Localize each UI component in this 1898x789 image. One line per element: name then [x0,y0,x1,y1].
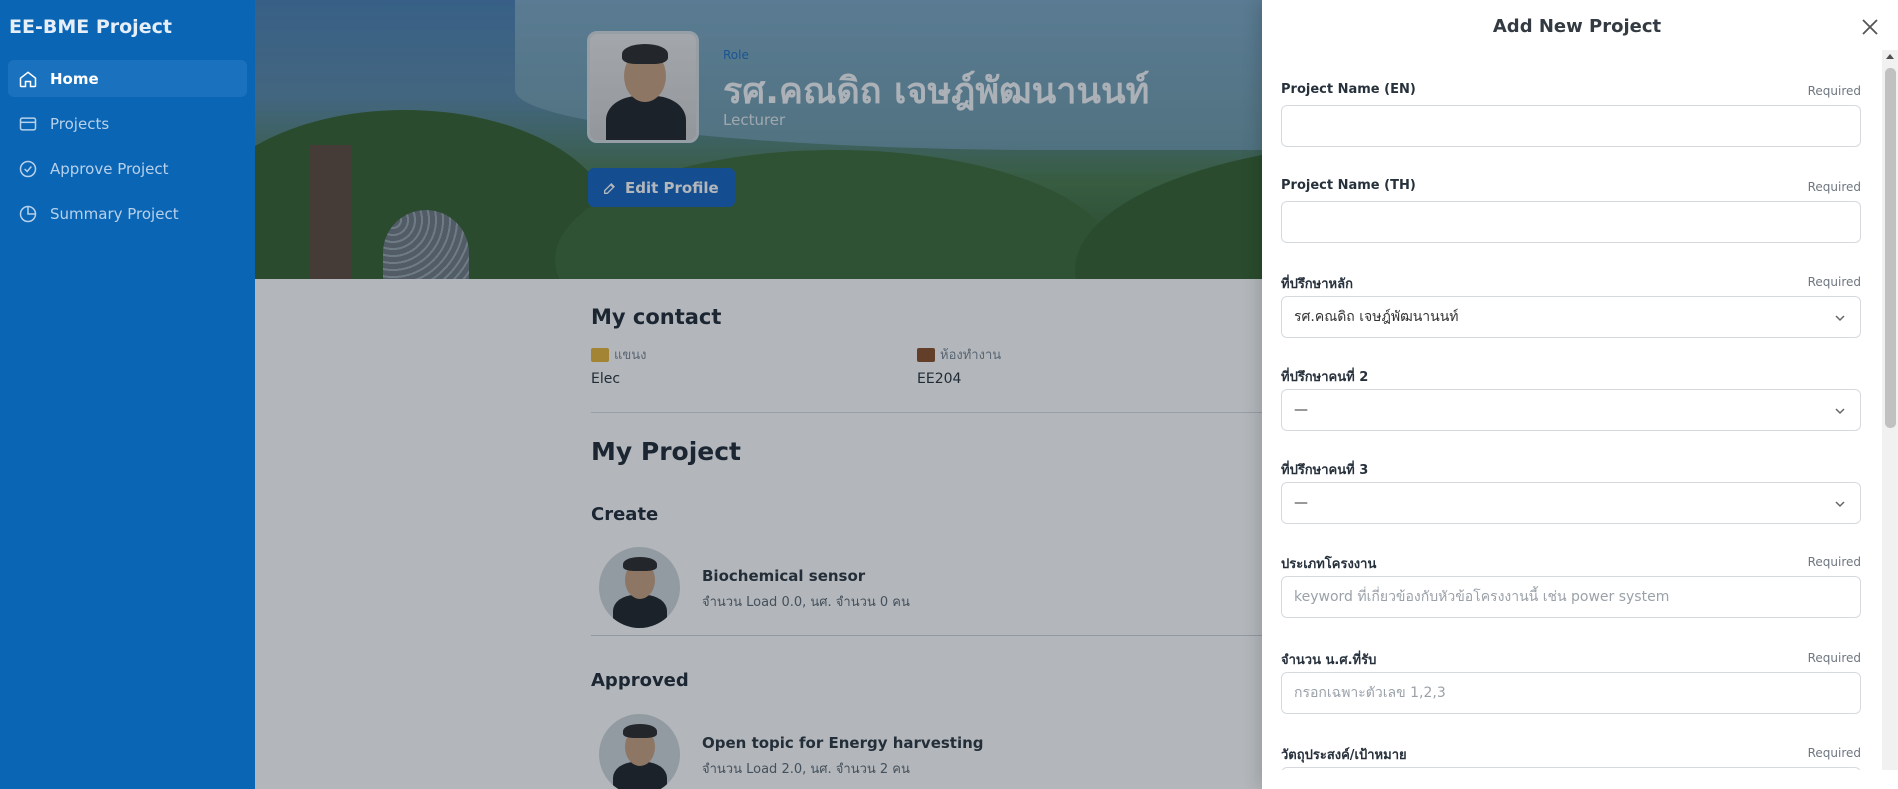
project-name-th-input[interactable] [1281,201,1861,243]
sidebar-item-approve-project[interactable]: Approve Project [8,150,247,187]
required-label: Required [1807,84,1861,98]
sidebar-nav: Home Projects Approve Project Summary Pr… [0,60,255,232]
required-label: Required [1807,555,1861,569]
chevron-down-icon [1835,315,1845,322]
select-value: รศ.คณดิถ เจษฎ์พัฒนานนท์ [1294,309,1459,325]
home-icon [19,70,37,87]
field-label: จำนวน น.ศ.ที่รับ [1281,653,1377,668]
select-value: — [1294,402,1308,418]
field-label: วัตถุประสงค์/เป้าหมาย [1281,748,1407,763]
check-circle-icon [19,160,37,177]
advisor-3-select[interactable]: — [1281,482,1861,524]
brand-title: EE-BME Project [9,16,172,38]
scroll-thumb[interactable] [1885,68,1896,428]
sidebar: EE-BME Project Home Projects Approve Pro… [0,0,255,789]
sidebar-item-projects[interactable]: Projects [8,105,247,142]
advisor-2-select[interactable]: — [1281,389,1861,431]
required-label: Required [1807,180,1861,194]
drawer-form: Project Name (EN) Required Project Name … [1262,50,1882,770]
select-value: — [1294,495,1308,511]
drawer-scrollbar[interactable] [1882,50,1898,770]
sidebar-item-label: Summary Project [50,204,179,223]
sidebar-item-home[interactable]: Home [8,60,247,97]
chevron-down-icon [1835,501,1845,508]
field-label: ที่ปรึกษาหลัก [1281,277,1353,292]
chevron-down-icon [1835,408,1845,415]
sidebar-item-summary-project[interactable]: Summary Project [8,195,247,232]
project-type-input[interactable]: keyword ที่เกี่ยวข้องกับหัวข้อโครงงานนี้… [1281,576,1861,618]
card-icon [19,116,37,131]
field-label: ประเภทโครงงาน [1281,557,1377,572]
field-label: ที่ปรึกษาคนที่ 2 [1281,370,1369,385]
student-count-input[interactable]: กรอกเฉพาะตัวเลข 1,2,3 [1281,672,1861,714]
required-label: Required [1807,746,1861,760]
sidebar-item-label: Projects [50,114,110,133]
field-label: ที่ปรึกษาคนที่ 3 [1281,463,1369,478]
field-label: Project Name (EN) [1281,82,1416,97]
main-advisor-select[interactable]: รศ.คณดิถ เจษฎ์พัฒนานนท์ [1281,296,1861,338]
required-label: Required [1807,275,1861,289]
scroll-up-arrow[interactable] [1886,54,1894,59]
add-project-drawer: Add New Project Project Name (EN) Requir… [1262,0,1898,789]
objective-input[interactable] [1281,767,1861,770]
project-name-en-input[interactable] [1281,105,1861,147]
field-label: Project Name (TH) [1281,178,1416,193]
pie-chart-icon [19,205,37,222]
sidebar-item-label: Approve Project [50,159,169,178]
close-button[interactable] [1859,16,1881,38]
required-label: Required [1807,651,1861,665]
app-root: EE-BME Project Home Projects Approve Pro… [0,0,1898,789]
sidebar-item-label: Home [50,69,99,88]
drawer-title: Add New Project [1492,16,1662,37]
close-icon [1862,19,1878,35]
